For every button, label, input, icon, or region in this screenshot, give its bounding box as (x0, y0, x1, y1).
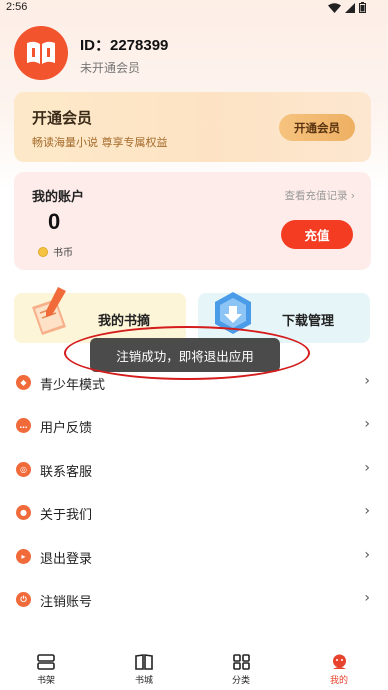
tab-profile[interactable]: 我的 (315, 654, 363, 688)
nav-label: 我的 (329, 676, 348, 686)
menu-item-label: 用户反馈 (40, 421, 93, 436)
menu-item-label: 联系客服 (40, 465, 93, 480)
download-manager-label: 下载管理 (282, 314, 335, 329)
user-id: ID：2278399 (80, 37, 169, 54)
menu-item-label: 青少年模式 (40, 378, 106, 393)
status-time: 2:56 (6, 1, 28, 13)
account-card: 我的账户 0 书币 查看充值记录 › 充值 (14, 172, 371, 270)
menu-item-deactivate[interactable]: ⏻ 注销账号 › (0, 581, 388, 617)
nav-label: 书架 (36, 676, 55, 686)
coin-icon (38, 246, 48, 257)
tab-bookshelf[interactable]: 书架 (22, 654, 70, 688)
account-balance: 0 (48, 209, 61, 234)
account-title: 我的账户 (32, 190, 85, 205)
profile-header[interactable]: ID：2278399 未开通会员 (14, 26, 374, 80)
chevron-right-icon: › (364, 503, 370, 519)
tab-category[interactable]: 分类 (217, 654, 265, 688)
member-status: 未开通会员 (80, 61, 141, 75)
chevron-right-icon: › (364, 590, 370, 606)
chevron-right-icon: › (364, 460, 370, 476)
deactivate-icon: ⏻ (16, 592, 31, 607)
recharge-button[interactable]: 充值 (281, 220, 353, 249)
annotation-ellipse (64, 326, 310, 380)
my-digest-label: 我的书摘 (98, 314, 151, 329)
currency-label: 书币 (53, 248, 73, 259)
bookshelf-icon (37, 654, 55, 670)
recharge-record-link[interactable]: 查看充值记录 › (284, 188, 355, 203)
status-bar: 2:56 (0, 0, 388, 16)
chevron-right-icon: › (364, 416, 370, 432)
profile-icon (332, 654, 346, 669)
tab-bookstore[interactable]: 书城 (120, 654, 168, 688)
status-icons (328, 2, 366, 13)
nav-label: 分类 (231, 676, 250, 686)
currency-row: 书币 (38, 244, 73, 259)
menu-item-feedback[interactable]: … 用户反馈 › (0, 407, 388, 443)
vip-card[interactable]: 开通会员 畅读海量小说 尊享专属权益 开通会员 (14, 92, 371, 162)
about-icon: ● (16, 505, 31, 520)
bottom-nav: 书架 书城 分类 我的 (0, 644, 388, 690)
bookstore-icon (135, 654, 153, 670)
vip-title: 开通会员 (32, 109, 93, 127)
category-icon (232, 654, 250, 670)
avatar[interactable] (14, 26, 68, 80)
feedback-icon: … (16, 418, 31, 433)
chevron-right-icon: › (364, 547, 370, 563)
vip-subtitle: 畅读海量小说 尊享专属权益 (32, 136, 168, 149)
battery-icon (359, 2, 366, 13)
open-vip-button[interactable]: 开通会员 (279, 114, 355, 141)
logout-icon: ▸ (16, 549, 31, 564)
book-logo-icon (27, 41, 55, 64)
menu-item-label: 关于我们 (40, 508, 93, 523)
book-pen-icon (32, 287, 66, 335)
youth-mode-icon: ◆ (16, 375, 31, 390)
menu-item-logout[interactable]: ▸ 退出登录 › (0, 538, 388, 574)
chevron-right-icon: › (364, 373, 370, 389)
nav-label: 书城 (134, 676, 153, 686)
signal-icon (345, 2, 355, 13)
menu-item-customer-service[interactable]: ◎ 联系客服 › (0, 451, 388, 487)
menu-item-about[interactable]: ● 关于我们 › (0, 494, 388, 530)
menu-item-label: 注销账号 (40, 595, 93, 610)
menu-item-label: 退出登录 (40, 552, 93, 567)
customer-service-icon: ◎ (16, 462, 31, 477)
wifi-icon (328, 2, 341, 13)
